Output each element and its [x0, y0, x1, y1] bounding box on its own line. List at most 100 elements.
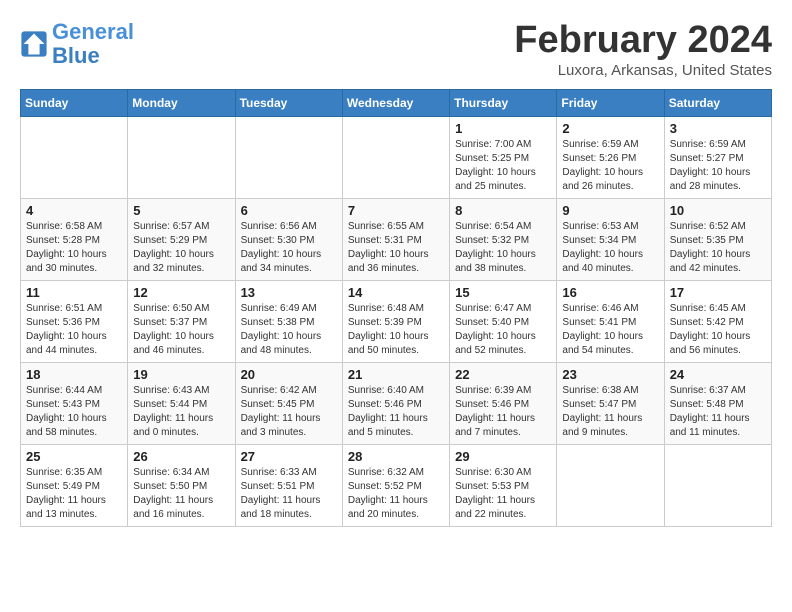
day-info: Sunrise: 6:33 AM Sunset: 5:51 PM Dayligh… [241, 466, 337, 522]
day-info: Sunrise: 6:39 AM Sunset: 5:46 PM Dayligh… [455, 384, 551, 440]
day-of-week-header: Tuesday [235, 89, 342, 116]
day-number: 4 [26, 203, 122, 218]
calendar-cell: 24 Sunrise: 6:37 AM Sunset: 5:48 PM Dayli… [664, 362, 771, 444]
calendar-cell: 20Sunrise: 6:42 AM Sunset: 5:45 PM Dayli… [235, 362, 342, 444]
day-number: 6 [241, 203, 337, 218]
day-number: 29 [455, 449, 551, 464]
calendar-cell: 11 Sunrise: 6:51 AM Sunset: 5:36 PM Dayli… [21, 280, 128, 362]
calendar-week-row: 18 Sunrise: 6:44 AM Sunset: 5:43 PM Dayli… [21, 362, 772, 444]
day-number: 20 [241, 367, 337, 382]
calendar-cell [557, 444, 664, 526]
day-of-week-header: Thursday [450, 89, 557, 116]
day-info: Sunrise: 6:54 AM Sunset: 5:32 PM Dayligh… [455, 220, 551, 276]
logo-text: General Blue [52, 20, 134, 68]
calendar-cell: 27 Sunrise: 6:33 AM Sunset: 5:51 PM Dayli… [235, 444, 342, 526]
calendar-cell: 26 Sunrise: 6:34 AM Sunset: 5:50 PM Dayli… [128, 444, 235, 526]
day-number: 14 [348, 285, 444, 300]
day-info: Sunrise: 6:40 AM Sunset: 5:46 PM Dayligh… [348, 384, 444, 440]
calendar-cell: 1Sunrise: 7:00 AM Sunset: 5:25 PM Daylig… [450, 116, 557, 198]
calendar-cell: 28Sunrise: 6:32 AM Sunset: 5:52 PM Dayli… [342, 444, 449, 526]
calendar-cell: 22 Sunrise: 6:39 AM Sunset: 5:46 PM Dayli… [450, 362, 557, 444]
calendar-cell [21, 116, 128, 198]
calendar-cell [342, 116, 449, 198]
day-number: 27 [241, 449, 337, 464]
calendar-cell: 2Sunrise: 6:59 AM Sunset: 5:26 PM Daylig… [557, 116, 664, 198]
calendar-week-row: 25 Sunrise: 6:35 AM Sunset: 5:49 PM Dayli… [21, 444, 772, 526]
calendar-cell: 9Sunrise: 6:53 AM Sunset: 5:34 PM Daylig… [557, 198, 664, 280]
day-number: 12 [133, 285, 229, 300]
day-of-week-header: Saturday [664, 89, 771, 116]
calendar-cell [128, 116, 235, 198]
day-info: Sunrise: 6:50 AM Sunset: 5:37 PM Dayligh… [133, 302, 229, 358]
day-info: Sunrise: 6:59 AM Sunset: 5:26 PM Dayligh… [562, 138, 658, 194]
day-info: Sunrise: 6:30 AM Sunset: 5:53 PM Dayligh… [455, 466, 551, 522]
day-of-week-header: Wednesday [342, 89, 449, 116]
day-number: 8 [455, 203, 551, 218]
calendar-cell: 12 Sunrise: 6:50 AM Sunset: 5:37 PM Dayli… [128, 280, 235, 362]
day-number: 13 [241, 285, 337, 300]
calendar-cell: 18 Sunrise: 6:44 AM Sunset: 5:43 PM Dayli… [21, 362, 128, 444]
calendar-cell: 23 Sunrise: 6:38 AM Sunset: 5:47 PM Dayli… [557, 362, 664, 444]
day-info: Sunrise: 6:57 AM Sunset: 5:29 PM Dayligh… [133, 220, 229, 276]
day-number: 26 [133, 449, 229, 464]
day-info: Sunrise: 6:53 AM Sunset: 5:34 PM Dayligh… [562, 220, 658, 276]
logo-icon [20, 30, 48, 58]
day-info: Sunrise: 6:45 AM Sunset: 5:42 PM Dayligh… [670, 302, 766, 358]
calendar-cell [664, 444, 771, 526]
day-info: Sunrise: 6:37 AM Sunset: 5:48 PM Dayligh… [670, 384, 766, 440]
calendar-week-row: 4 Sunrise: 6:58 AM Sunset: 5:28 PM Daylig… [21, 198, 772, 280]
calendar-cell [235, 116, 342, 198]
calendar-cell: 7 Sunrise: 6:55 AM Sunset: 5:31 PM Daylig… [342, 198, 449, 280]
day-of-week-header: Sunday [21, 89, 128, 116]
day-number: 18 [26, 367, 122, 382]
day-number: 11 [26, 285, 122, 300]
day-info: Sunrise: 6:43 AM Sunset: 5:44 PM Dayligh… [133, 384, 229, 440]
day-of-week-header: Monday [128, 89, 235, 116]
day-number: 16 [562, 285, 658, 300]
day-info: Sunrise: 6:46 AM Sunset: 5:41 PM Dayligh… [562, 302, 658, 358]
day-number: 24 [670, 367, 766, 382]
logo: General Blue [20, 20, 134, 68]
calendar-cell: 25 Sunrise: 6:35 AM Sunset: 5:49 PM Dayli… [21, 444, 128, 526]
day-info: Sunrise: 6:59 AM Sunset: 5:27 PM Dayligh… [670, 138, 766, 194]
day-info: Sunrise: 6:55 AM Sunset: 5:31 PM Dayligh… [348, 220, 444, 276]
day-info: Sunrise: 6:49 AM Sunset: 5:38 PM Dayligh… [241, 302, 337, 358]
day-number: 22 [455, 367, 551, 382]
day-info: Sunrise: 6:44 AM Sunset: 5:43 PM Dayligh… [26, 384, 122, 440]
calendar-cell: 15 Sunrise: 6:47 AM Sunset: 5:40 PM Dayli… [450, 280, 557, 362]
day-info: Sunrise: 6:38 AM Sunset: 5:47 PM Dayligh… [562, 384, 658, 440]
calendar-table: SundayMondayTuesdayWednesdayThursdayFrid… [20, 89, 772, 527]
day-info: Sunrise: 6:51 AM Sunset: 5:36 PM Dayligh… [26, 302, 122, 358]
calendar-cell: 17 Sunrise: 6:45 AM Sunset: 5:42 PM Dayli… [664, 280, 771, 362]
day-info: Sunrise: 6:56 AM Sunset: 5:30 PM Dayligh… [241, 220, 337, 276]
calendar-subtitle: Luxora, Arkansas, United States [514, 62, 772, 79]
calendar-title: February 2024 [514, 20, 772, 62]
calendar-cell: 3 Sunrise: 6:59 AM Sunset: 5:27 PM Daylig… [664, 116, 771, 198]
calendar-cell: 6 Sunrise: 6:56 AM Sunset: 5:30 PM Daylig… [235, 198, 342, 280]
day-info: Sunrise: 6:34 AM Sunset: 5:50 PM Dayligh… [133, 466, 229, 522]
header: General Blue February 2024 Luxora, Arkan… [20, 20, 772, 79]
day-number: 3 [670, 121, 766, 136]
day-number: 7 [348, 203, 444, 218]
calendar-cell: 16 Sunrise: 6:46 AM Sunset: 5:41 PM Dayli… [557, 280, 664, 362]
calendar-cell: 21Sunrise: 6:40 AM Sunset: 5:46 PM Dayli… [342, 362, 449, 444]
day-info: Sunrise: 6:35 AM Sunset: 5:49 PM Dayligh… [26, 466, 122, 522]
day-info: Sunrise: 6:47 AM Sunset: 5:40 PM Dayligh… [455, 302, 551, 358]
day-info: Sunrise: 6:52 AM Sunset: 5:35 PM Dayligh… [670, 220, 766, 276]
day-number: 25 [26, 449, 122, 464]
day-number: 5 [133, 203, 229, 218]
day-info: Sunrise: 6:48 AM Sunset: 5:39 PM Dayligh… [348, 302, 444, 358]
calendar-header-row: SundayMondayTuesdayWednesdayThursdayFrid… [21, 89, 772, 116]
calendar-cell: 8 Sunrise: 6:54 AM Sunset: 5:32 PM Daylig… [450, 198, 557, 280]
day-of-week-header: Friday [557, 89, 664, 116]
day-number: 15 [455, 285, 551, 300]
day-number: 23 [562, 367, 658, 382]
day-number: 1 [455, 121, 551, 136]
day-number: 19 [133, 367, 229, 382]
title-section: February 2024 Luxora, Arkansas, United S… [514, 20, 772, 79]
calendar-cell: 29 Sunrise: 6:30 AM Sunset: 5:53 PM Dayli… [450, 444, 557, 526]
day-number: 17 [670, 285, 766, 300]
calendar-week-row: 1Sunrise: 7:00 AM Sunset: 5:25 PM Daylig… [21, 116, 772, 198]
day-info: Sunrise: 6:58 AM Sunset: 5:28 PM Dayligh… [26, 220, 122, 276]
calendar-cell: 13 Sunrise: 6:49 AM Sunset: 5:38 PM Dayli… [235, 280, 342, 362]
